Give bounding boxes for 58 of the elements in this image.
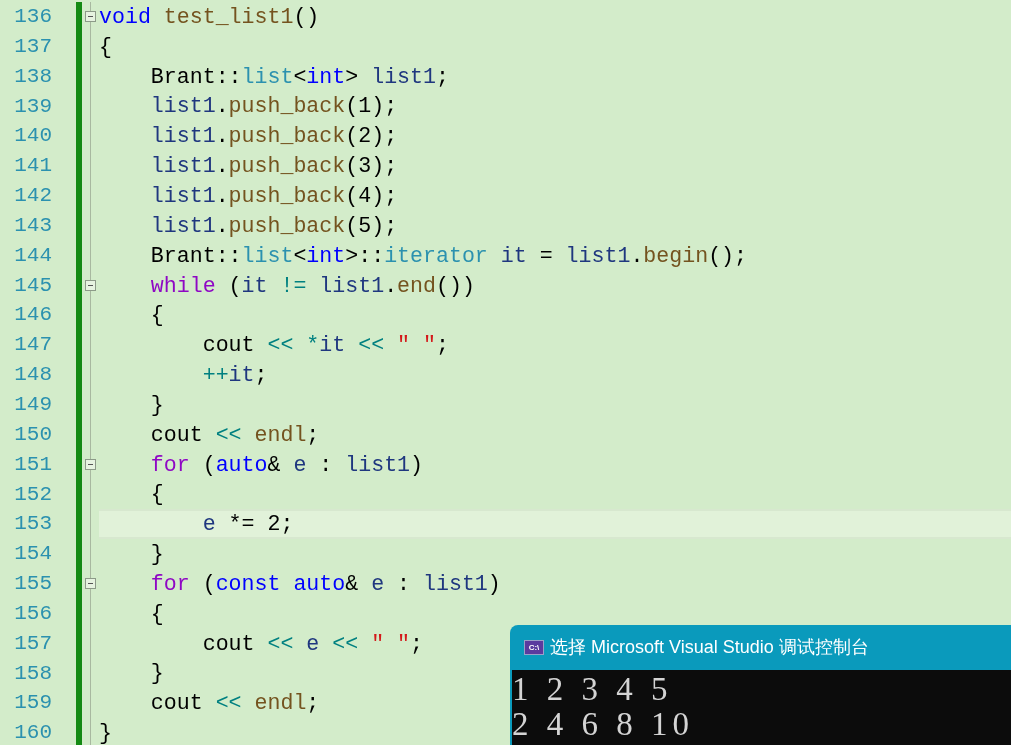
- code-line: list1.push_back(1);: [149, 93, 398, 120]
- code-line: list1.push_back(5);: [149, 212, 398, 239]
- code-line: list1.push_back(3);: [149, 153, 398, 180]
- code-line: Brant::list<int> list1;: [149, 63, 449, 90]
- code-line: {: [99, 33, 112, 60]
- line-number: 147: [13, 332, 52, 359]
- code-line: ++it;: [201, 362, 268, 389]
- line-number: 150: [13, 421, 52, 448]
- line-number: 144: [13, 242, 52, 269]
- line-number: 137: [13, 33, 52, 60]
- line-number: 146: [13, 302, 52, 329]
- line-number: 154: [13, 541, 52, 568]
- line-number: 148: [13, 362, 52, 389]
- window-title: 选择 Microsoft Visual Studio 调试控制台: [550, 636, 869, 659]
- line-number: 140: [13, 123, 52, 150]
- output-line: 2 4 6 8 10: [512, 707, 695, 742]
- code-line: }: [149, 541, 164, 568]
- code-line: cout << endl;: [149, 421, 320, 448]
- code-line: cout << *it << " ";: [201, 332, 449, 359]
- line-number: 141: [13, 153, 52, 180]
- line-number: 139: [13, 93, 52, 120]
- code-line: cout << e << " ";: [201, 630, 424, 657]
- console-app-icon: C:\: [524, 640, 544, 655]
- line-number: 152: [13, 481, 52, 508]
- collapse-icon[interactable]: [85, 578, 96, 590]
- output-line: 1 2 3 4 5: [512, 672, 674, 707]
- code-line: }: [149, 660, 164, 687]
- line-number: 149: [13, 391, 52, 418]
- code-line: for (auto& e : list1): [149, 451, 424, 478]
- line-number: 136: [13, 4, 52, 30]
- code-line: list1.push_back(2);: [149, 123, 398, 150]
- code-line: }: [99, 720, 112, 745]
- line-number: 160: [13, 720, 52, 745]
- line-number: 156: [13, 600, 52, 627]
- line-number: 153: [13, 511, 52, 538]
- line-number: 142: [13, 183, 52, 210]
- line-number: 138: [13, 63, 52, 90]
- collapse-icon[interactable]: [85, 459, 96, 471]
- code-line: e *= 2;: [201, 511, 294, 538]
- line-number: 155: [13, 571, 52, 598]
- code-line: }: [149, 391, 164, 418]
- collapse-icon[interactable]: [85, 11, 96, 23]
- code-line: for (const auto& e : list1): [149, 570, 501, 597]
- code-line: void test_list1(): [99, 3, 320, 30]
- code-line: {: [149, 481, 164, 508]
- code-line: {: [149, 302, 164, 329]
- line-number: 159: [13, 690, 52, 717]
- code-line: {: [149, 600, 164, 627]
- line-number: 145: [13, 272, 52, 299]
- code-line: Brant::list<int>::iterator it = list1.begin();: [149, 242, 748, 269]
- code-line: cout << endl;: [149, 690, 320, 717]
- line-number: 151: [13, 451, 52, 478]
- line-number: 143: [13, 212, 52, 239]
- line-number: 157: [13, 630, 52, 657]
- collapse-icon[interactable]: [85, 280, 96, 291]
- line-number: 158: [13, 660, 52, 687]
- code-line: while (it != list1.end()): [149, 272, 475, 299]
- code-line: list1.push_back(4);: [149, 183, 398, 209]
